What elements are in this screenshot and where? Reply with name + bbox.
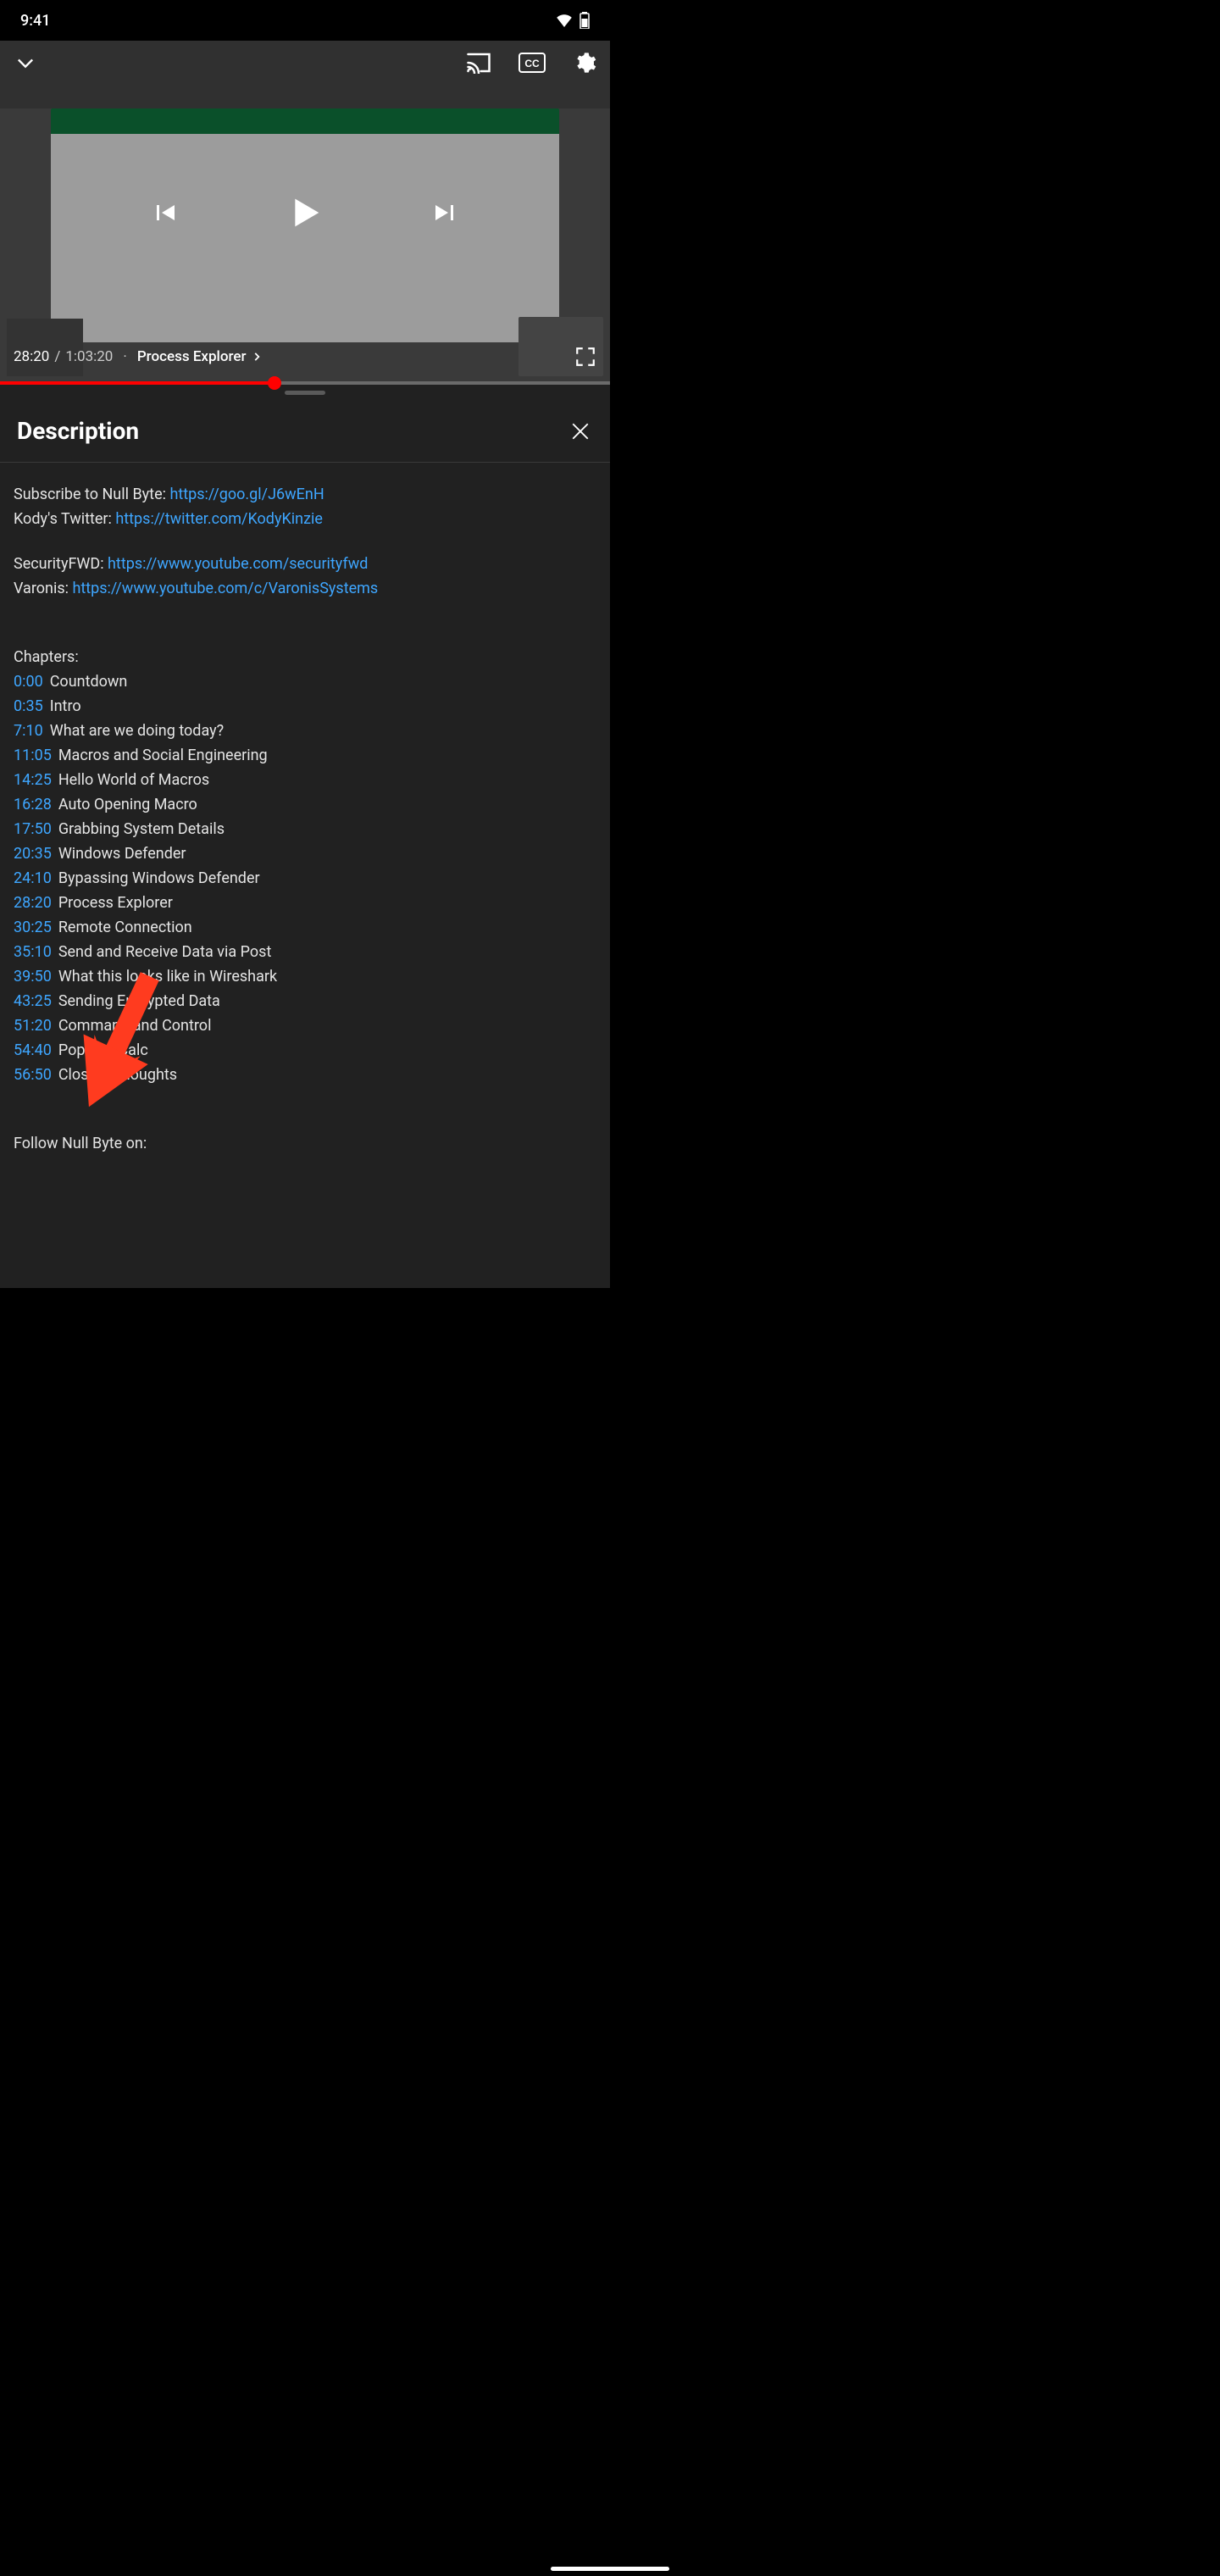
- chapter-title: Grabbing System Details: [58, 818, 225, 841]
- chapter-row: 0:00 Countdown: [14, 670, 596, 693]
- chapter-title: What are we doing today?: [50, 719, 224, 742]
- chapter-title: Popping Calc: [58, 1039, 148, 1062]
- chapter-timestamp[interactable]: 17:50: [14, 818, 52, 841]
- subscribe-label: Subscribe to Null Byte:: [14, 486, 169, 503]
- chapter-row: 54:40 Popping Calc: [14, 1039, 596, 1062]
- chapter-title: Windows Defender: [58, 842, 186, 865]
- chapter-timestamp[interactable]: 20:35: [14, 842, 52, 865]
- chapter-row: 14:25 Hello World of Macros: [14, 769, 596, 791]
- chapter-title: Command and Control: [58, 1014, 212, 1037]
- chapter-timestamp[interactable]: 28:20: [14, 891, 52, 914]
- description-heading: Description: [17, 417, 139, 445]
- cast-icon[interactable]: [466, 52, 491, 74]
- follow-heading: Follow Null Byte on:: [14, 1132, 596, 1155]
- battery-icon: [580, 12, 590, 29]
- chapter-row: 35:10 Send and Receive Data via Post: [14, 941, 596, 963]
- chapter-timestamp[interactable]: 35:10: [14, 941, 52, 963]
- chapter-timestamp[interactable]: 51:20: [14, 1014, 52, 1037]
- chapters-list: 0:00 Countdown0:35 Intro7:10 What are we…: [14, 670, 596, 1086]
- play-button[interactable]: [281, 189, 329, 236]
- chapter-timestamp[interactable]: 0:35: [14, 695, 43, 718]
- chapter-timestamp[interactable]: 16:28: [14, 793, 52, 816]
- chapter-row: 43:25 Sending Encrypted Data: [14, 990, 596, 1013]
- progress-thumb[interactable]: [268, 376, 281, 390]
- total-time: 1:03:20: [65, 348, 113, 365]
- time-and-chapter[interactable]: 28:20 / 1:03:20 · Process Explorer: [14, 348, 263, 365]
- chapter-row: 17:50 Grabbing System Details: [14, 818, 596, 841]
- chapter-title: Macros and Social Engineering: [58, 744, 268, 767]
- time-separator: /: [54, 348, 60, 365]
- chapter-row: 39:50 What this looks like in Wireshark: [14, 965, 596, 988]
- description-body[interactable]: Subscribe to Null Byte: https://goo.gl/J…: [0, 463, 610, 1177]
- chapter-row: 24:10 Bypassing Windows Defender: [14, 867, 596, 890]
- chapter-title: Remote Connection: [58, 916, 192, 939]
- chapter-timestamp[interactable]: 14:25: [14, 769, 52, 791]
- settings-gear-icon[interactable]: [573, 51, 596, 75]
- progress-fill: [0, 381, 274, 385]
- chapter-title: Process Explorer: [58, 891, 173, 914]
- chapter-row: 11:05 Macros and Social Engineering: [14, 744, 596, 767]
- chapter-title: Intro: [50, 695, 81, 718]
- chapter-timestamp[interactable]: 54:40: [14, 1039, 52, 1062]
- progress-bar[interactable]: [0, 381, 610, 385]
- chapter-timestamp[interactable]: 56:50: [14, 1063, 52, 1086]
- chapter-title: Auto Opening Macro: [58, 793, 197, 816]
- dot-separator: ·: [123, 348, 126, 365]
- chapter-timestamp[interactable]: 0:00: [14, 670, 43, 693]
- chapter-timestamp[interactable]: 39:50: [14, 965, 52, 988]
- chapter-row: 20:35 Windows Defender: [14, 842, 596, 865]
- fullscreen-button[interactable]: [574, 346, 596, 368]
- close-button[interactable]: [568, 419, 593, 444]
- chapter-title: Closing Thoughts: [58, 1063, 177, 1086]
- current-time: 28:20: [14, 348, 49, 365]
- collapse-player-button[interactable]: [14, 51, 37, 75]
- chapter-title: Hello World of Macros: [58, 769, 209, 791]
- chapter-title: Sending Encrypted Data: [58, 990, 220, 1013]
- chapter-title: Countdown: [50, 670, 128, 693]
- kody-twitter-link[interactable]: https://twitter.com/KodyKinzie: [115, 510, 323, 528]
- chapter-row: 28:20 Process Explorer: [14, 891, 596, 914]
- chapter-title: Send and Receive Data via Post: [58, 941, 272, 963]
- status-time: 9:41: [20, 12, 50, 30]
- svg-text:CC: CC: [524, 58, 540, 69]
- chapter-row: 0:35 Intro: [14, 695, 596, 718]
- chapter-timestamp[interactable]: 43:25: [14, 990, 52, 1013]
- status-indicators: [556, 12, 590, 29]
- kody-twitter-label: Kody's Twitter:: [14, 510, 115, 528]
- chapter-timestamp[interactable]: 24:10: [14, 867, 52, 890]
- securityfwd-label: SecurityFWD:: [14, 555, 108, 573]
- android-nav-handle[interactable]: [551, 2567, 669, 2571]
- chapter-row: 56:50 Closing Thoughts: [14, 1063, 596, 1086]
- chapter-timestamp[interactable]: 7:10: [14, 719, 43, 742]
- status-bar: 9:41: [0, 0, 610, 41]
- chapter-timestamp[interactable]: 30:25: [14, 916, 52, 939]
- chapter-timestamp[interactable]: 11:05: [14, 744, 52, 767]
- chapter-row: 51:20 Command and Control: [14, 1014, 596, 1037]
- previous-button[interactable]: [149, 197, 180, 228]
- subscribe-link[interactable]: https://goo.gl/J6wEnH: [169, 486, 324, 503]
- wifi-icon: [556, 14, 573, 27]
- varonis-label: Varonis:: [14, 580, 72, 597]
- chapter-title: Bypassing Windows Defender: [58, 867, 260, 890]
- varonis-link[interactable]: https://www.youtube.com/c/VaronisSystems: [72, 580, 378, 597]
- current-chapter-label: Process Explorer: [137, 348, 247, 365]
- chapter-row: 30:25 Remote Connection: [14, 916, 596, 939]
- next-button[interactable]: [430, 197, 461, 228]
- chapter-title: What this looks like in Wireshark: [58, 965, 277, 988]
- video-player[interactable]: CC 28:20 / 1:03:20 · Process Explorer: [0, 41, 610, 385]
- chapter-row: 16:28 Auto Opening Macro: [14, 793, 596, 816]
- description-panel: Description Subscribe to Null Byte: http…: [0, 400, 610, 1288]
- chapters-heading: Chapters:: [14, 646, 596, 669]
- panel-drag-handle[interactable]: [0, 385, 610, 400]
- captions-icon[interactable]: CC: [518, 53, 546, 73]
- securityfwd-link[interactable]: https://www.youtube.com/securityfwd: [108, 555, 368, 573]
- chevron-right-icon: [251, 351, 263, 363]
- chapter-row: 7:10 What are we doing today?: [14, 719, 596, 742]
